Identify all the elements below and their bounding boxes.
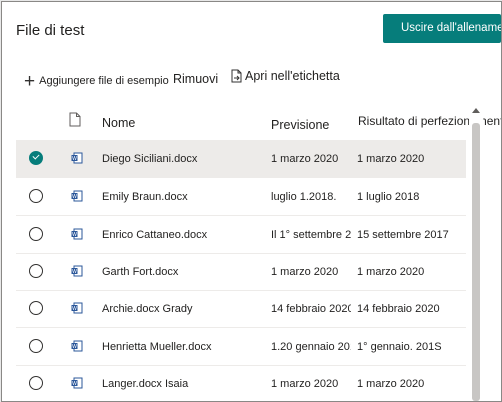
svg-text:W: W: [72, 156, 77, 162]
page-title: File di test: [16, 22, 85, 39]
open-in-label-button[interactable]: Apri nell'etichetta: [231, 69, 340, 86]
scroll-up-arrow-icon[interactable]: [472, 108, 480, 113]
word-doc-icon: W: [71, 190, 83, 205]
row-select-radio[interactable]: [29, 227, 43, 241]
svg-text:W: W: [72, 269, 77, 275]
file-name-cell[interactable]: Henrietta Mueller.docx: [102, 341, 211, 353]
word-doc-icon: W: [71, 228, 83, 243]
table-row[interactable]: W Emily Braun.docx luglio 1.2018. 1 luglio …: [16, 178, 466, 216]
open-in-label-text: Apri nell'etichetta: [245, 69, 340, 83]
prediction-cell: luglio 1.2018.: [271, 191, 337, 203]
result-cell: 1° gennaio. 201S: [357, 341, 442, 353]
result-cell: 15 settembre 2017: [357, 229, 449, 241]
result-cell: 1 marzo 2020: [357, 266, 425, 278]
column-header-prediction[interactable]: Previsione: [271, 118, 329, 132]
column-header-name[interactable]: Nome: [102, 116, 135, 130]
prediction-cell: Il 1° settembre 2017: [271, 229, 351, 241]
test-files-panel: File di test Uscire dall'allenamento +Ag…: [1, 1, 502, 402]
add-sample-files-button[interactable]: + Aggiungere file di esempio: [24, 68, 169, 92]
file-name-cell[interactable]: Langer.docx Isaia: [102, 378, 188, 390]
row-select-radio[interactable]: [29, 339, 43, 353]
prediction-cell: 1 marzo 2020: [271, 153, 339, 165]
word-doc-icon: W: [71, 340, 83, 355]
remove-button[interactable]: Rimuovi: [173, 72, 218, 86]
file-name-cell[interactable]: Diego Siciliani.docx: [102, 153, 197, 165]
word-doc-icon: W: [71, 265, 83, 280]
file-name-cell[interactable]: Emily Braun.docx: [102, 191, 188, 203]
row-select-radio[interactable]: [29, 376, 43, 390]
word-doc-icon: W: [71, 377, 83, 392]
checkmark-icon: [32, 152, 40, 160]
row-select-radio[interactable]: [29, 301, 43, 315]
word-doc-icon: W: [71, 302, 83, 317]
table-row[interactable]: W Henrietta Mueller.docx 1.20 gennaio 2015…: [16, 328, 466, 366]
file-name-cell[interactable]: Enrico Cattaneo.docx: [102, 229, 207, 241]
scrollbar-thumb[interactable]: [472, 123, 480, 401]
file-name-cell[interactable]: Archie.docx Grady: [102, 303, 192, 315]
svg-text:W: W: [72, 306, 77, 312]
svg-text:W: W: [72, 194, 77, 200]
result-cell: 1 marzo 2020: [357, 153, 425, 165]
prediction-cell: 14 febbraio 2020: [271, 303, 351, 315]
table-row[interactable]: W Langer.docx Isaia 1 marzo 2020 1 marzo 20…: [16, 365, 466, 401]
table-row[interactable]: W Enrico Cattaneo.docx Il 1° settembre 201…: [16, 216, 466, 254]
document-icon: [231, 69, 242, 86]
exit-training-button[interactable]: Uscire dall'allenamento: [383, 14, 501, 43]
svg-text:W: W: [72, 232, 77, 238]
word-doc-icon: W: [71, 152, 83, 167]
result-cell: 1 luglio 2018: [357, 191, 420, 203]
row-select-radio[interactable]: [29, 151, 43, 165]
table-header: Nome Previsione Risultato di perfezionam…: [16, 106, 501, 139]
file-name-cell[interactable]: Garth Fort.docx: [102, 266, 178, 278]
result-cell: 1 marzo 2020: [357, 378, 425, 390]
table-row[interactable]: W Diego Siciliani.docx 1 marzo 2020 1 marzo…: [16, 140, 466, 178]
svg-text:W: W: [72, 344, 77, 350]
prediction-cell: 1.20 gennaio 2015: [271, 341, 351, 353]
svg-text:W: W: [72, 381, 77, 387]
row-select-radio[interactable]: [29, 264, 43, 278]
result-cell: 14 febbraio 2020: [357, 303, 440, 315]
prediction-cell: 1 marzo 2020: [271, 378, 339, 390]
file-type-column-icon: [69, 112, 81, 130]
vertical-scrollbar[interactable]: [469, 103, 483, 401]
prediction-cell: 1 marzo 2020: [271, 266, 339, 278]
plus-icon: +: [24, 71, 36, 92]
table-row[interactable]: W Garth Fort.docx 1 marzo 2020 1 marzo 2020: [16, 253, 466, 291]
table-row[interactable]: W Archie.docx Grady 14 febbraio 2020 14 feb…: [16, 290, 466, 328]
row-select-radio[interactable]: [29, 189, 43, 203]
add-sample-files-label: Aggiungere file di esempio: [39, 75, 169, 87]
